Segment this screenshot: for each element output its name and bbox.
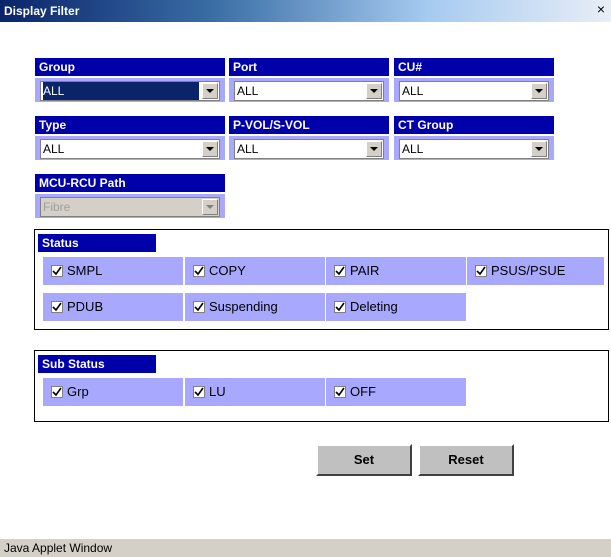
mcu-rcu-path-field: Fibre [35,194,225,218]
status-item-smpl[interactable]: SMPL [43,257,183,285]
status-item-pdub[interactable]: PDUB [43,293,183,321]
sub-status-item-label: OFF [350,384,376,399]
port-select-value: ALL [237,84,259,98]
type-label: Type [35,116,225,134]
checkbox-checked-icon[interactable] [193,265,205,277]
chevron-down-icon[interactable] [531,141,547,157]
cu-select-value: ALL [402,84,424,98]
chevron-down-icon[interactable] [202,83,218,99]
checkbox-checked-icon[interactable] [334,386,346,398]
mcu-rcu-path-select-value: Fibre [43,200,71,214]
pvol-svol-select-value: ALL [237,142,259,156]
port-field: ALL [229,78,389,102]
mcu-rcu-path-label: MCU-RCU Path [35,174,225,192]
status-item-suspending[interactable]: Suspending [185,293,325,321]
checkbox-checked-icon[interactable] [51,386,63,398]
status-item-psus-psue[interactable]: PSUS/PSUE [467,257,604,285]
pvol-svol-select[interactable]: ALL [234,139,384,159]
status-item-label: SMPL [67,263,103,278]
chevron-down-icon[interactable] [366,141,382,157]
port-label: Port [229,58,389,76]
status-item-label: Deleting [350,299,398,314]
checkbox-checked-icon[interactable] [334,265,346,277]
ct-group-select-value: ALL [402,142,424,156]
sub-status-item-lu[interactable]: LU [185,378,325,406]
cu-select[interactable]: ALL [399,81,549,101]
group-field: ALL [35,78,225,102]
chevron-down-icon[interactable] [531,83,547,99]
sub-status-item-grp[interactable]: Grp [43,378,183,406]
title-bar: Display Filter × [0,0,611,22]
type-select-value: ALL [43,142,65,156]
window-title: Display Filter [4,4,80,18]
sub-status-heading: Sub Status [38,355,156,373]
checkbox-checked-icon[interactable] [51,301,63,313]
status-item-deleting[interactable]: Deleting [326,293,466,321]
status-heading: Status [38,234,156,252]
ct-group-label: CT Group [394,116,554,134]
status-item-label: PAIR [350,263,380,278]
status-item-label: PSUS/PSUE [491,263,566,278]
group-select-value: ALL [43,82,199,100]
sub-status-item-label: Grp [67,384,89,399]
checkbox-checked-icon[interactable] [193,386,205,398]
status-item-label: PDUB [67,299,104,314]
type-field: ALL [35,136,225,160]
status-item-copy[interactable]: COPY [185,257,325,285]
type-select[interactable]: ALL [40,139,220,159]
checkbox-checked-icon[interactable] [193,301,205,313]
set-button[interactable]: Set [316,444,412,476]
group-select[interactable]: ALL [40,81,220,101]
reset-button[interactable]: Reset [418,444,514,476]
close-icon[interactable]: × [593,2,609,18]
pvol-svol-field: ALL [229,136,389,160]
sub-status-item-label: LU [209,384,226,399]
ct-group-field: ALL [394,136,554,160]
checkbox-checked-icon[interactable] [475,265,487,277]
chevron-down-icon[interactable] [366,83,382,99]
chevron-down-icon [202,199,218,215]
checkbox-checked-icon[interactable] [334,301,346,313]
pvol-svol-label: P-VOL/S-VOL [229,116,389,134]
cu-label: CU# [394,58,554,76]
sub-status-item-off[interactable]: OFF [326,378,466,406]
status-item-label: Suspending [209,299,278,314]
ct-group-select[interactable]: ALL [399,139,549,159]
status-item-pair[interactable]: PAIR [326,257,466,285]
group-label: Group [35,58,225,76]
status-item-label: COPY [209,263,246,278]
checkbox-checked-icon[interactable] [51,265,63,277]
cu-field: ALL [394,78,554,102]
port-select[interactable]: ALL [234,81,384,101]
chevron-down-icon[interactable] [202,141,218,157]
mcu-rcu-path-select: Fibre [40,197,220,217]
applet-status-bar: Java Applet Window [0,539,611,557]
